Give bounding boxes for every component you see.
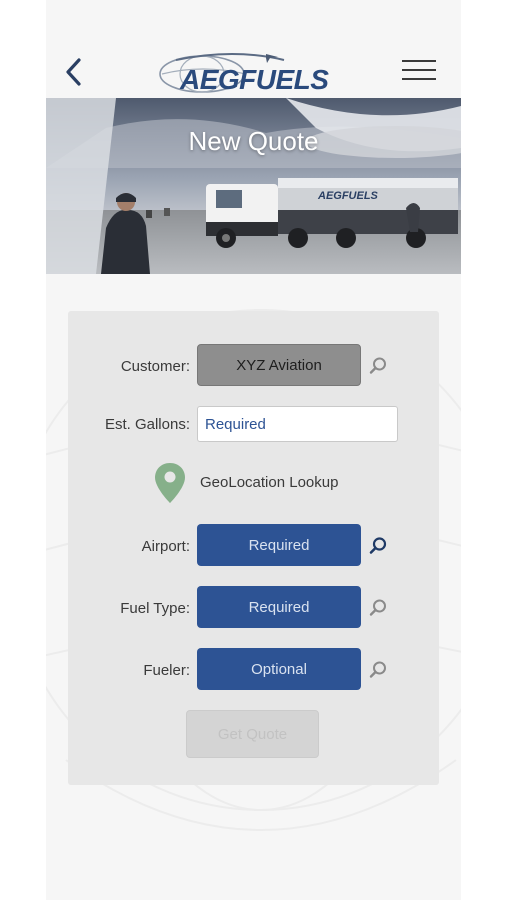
fuel-type-select-button[interactable]: Required (197, 586, 361, 628)
page-title: New Quote (188, 126, 319, 156)
truck-logo-text: AEGFUELS (317, 190, 379, 202)
chevron-left-icon (66, 58, 81, 86)
gallons-input[interactable]: Required (197, 406, 398, 442)
airport-label: Airport: (141, 538, 190, 555)
customer-value: XYZ Aviation (236, 356, 322, 374)
airport-value: Required (248, 536, 310, 554)
gallons-label: Est. Gallons: (104, 416, 190, 433)
get-quote-button[interactable]: Get Quote (186, 710, 319, 758)
logo-text: AEGFUELS (180, 64, 329, 95)
fuel-truck-photo: AEGFUELS (46, 98, 461, 274)
fuel-type-label: Fuel Type: (120, 600, 190, 617)
fueler-value: Optional (251, 660, 307, 678)
fuel-type-value: Required (248, 598, 310, 616)
hero-banner: AEGFUELS New Quote (46, 98, 461, 274)
quote-form: Customer: XYZ Aviation Est. Gallons: Req… (68, 311, 439, 785)
search-icon[interactable] (368, 356, 388, 376)
search-icon[interactable] (368, 660, 388, 680)
search-icon[interactable] (368, 536, 388, 556)
gallons-placeholder: Required (205, 415, 266, 433)
get-quote-label: Get Quote (217, 725, 288, 743)
map-pin-icon (155, 463, 185, 503)
aegfuels-logo: AEGFUELS (154, 50, 354, 98)
fueler-select-button[interactable]: Optional (197, 648, 361, 690)
hamburger-menu-icon (402, 60, 436, 80)
top-navigation-bar: AEGFUELS (46, 40, 461, 98)
app-screen: AEGFUELS AEGFUELS New Quote Customer: XY… (46, 0, 461, 900)
search-icon[interactable] (368, 598, 388, 618)
back-button[interactable] (60, 54, 92, 90)
geolocation-lookup-button[interactable]: GeoLocation Lookup (153, 461, 373, 505)
airport-select-button[interactable]: Required (197, 524, 361, 566)
customer-label: Customer: (120, 358, 190, 375)
hamburger-menu-button[interactable] (402, 60, 436, 84)
fueler-label: Fueler: (143, 662, 190, 679)
customer-select-button[interactable]: XYZ Aviation (197, 344, 361, 386)
geolocation-label: GeoLocation Lookup (200, 474, 339, 491)
